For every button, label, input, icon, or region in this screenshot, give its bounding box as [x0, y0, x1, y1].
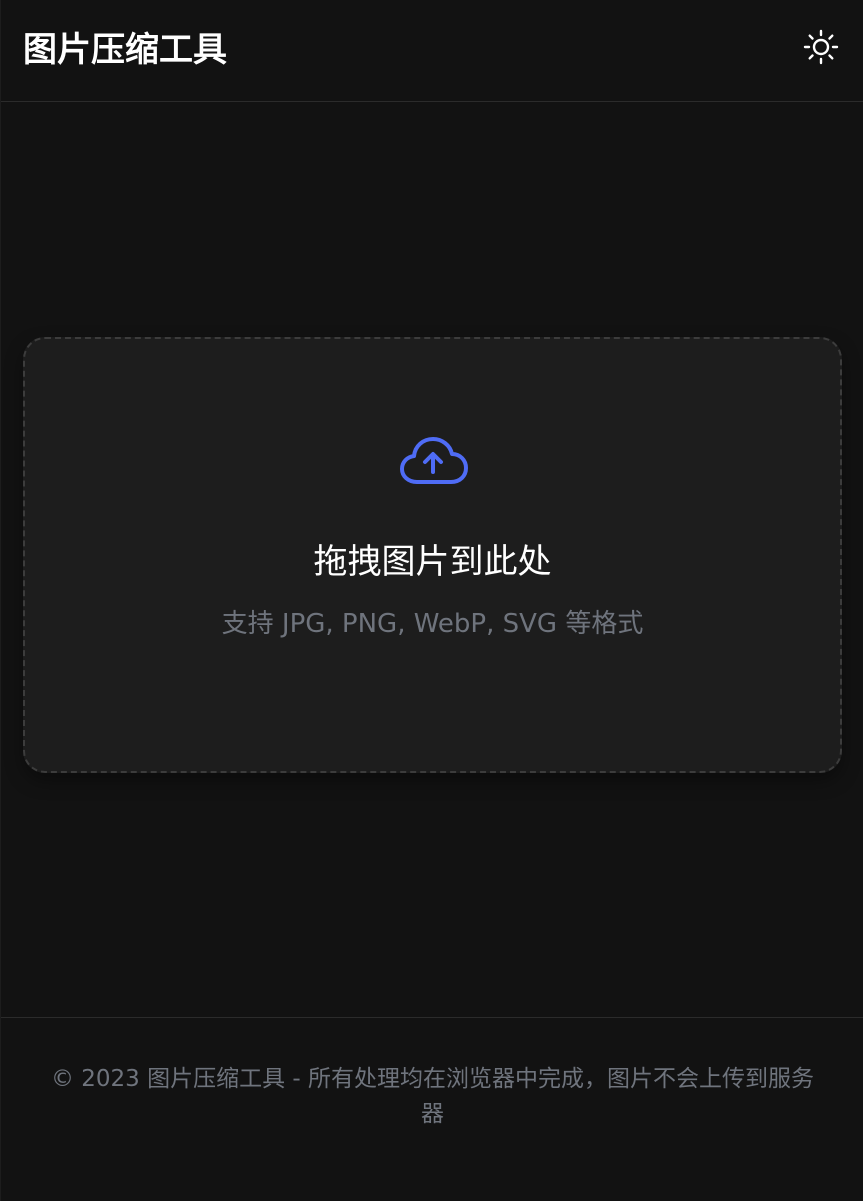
supported-formats-text: 支持 JPG, PNG, WebP, SVG 等格式 [221, 609, 644, 639]
main-content: 拖拽图片到此处 支持 JPG, PNG, WebP, SVG 等格式 [1, 102, 863, 1017]
footer-text: © 2023 图片压缩工具 - 所有处理均在浏览器中完成，图片不会上传到服务器 [50, 1066, 815, 1127]
sun-icon [803, 29, 839, 64]
image-dropzone[interactable]: 拖拽图片到此处 支持 JPG, PNG, WebP, SVG 等格式 [23, 337, 842, 773]
app-title: 图片压缩工具 [23, 30, 227, 70]
cloud-upload-icon [399, 437, 468, 484]
page-header: 图片压缩工具 [1, 0, 863, 102]
dropzone-title: 拖拽图片到此处 [313, 542, 552, 582]
page-footer: © 2023 图片压缩工具 - 所有处理均在浏览器中完成，图片不会上传到服务器 [1, 1017, 863, 1201]
app-window: 图片压缩工具 拖拽图片到此处 支持 JPG, PNG, WebP, SVG 等格… [0, 0, 863, 1201]
theme-toggle-button[interactable] [801, 27, 841, 67]
